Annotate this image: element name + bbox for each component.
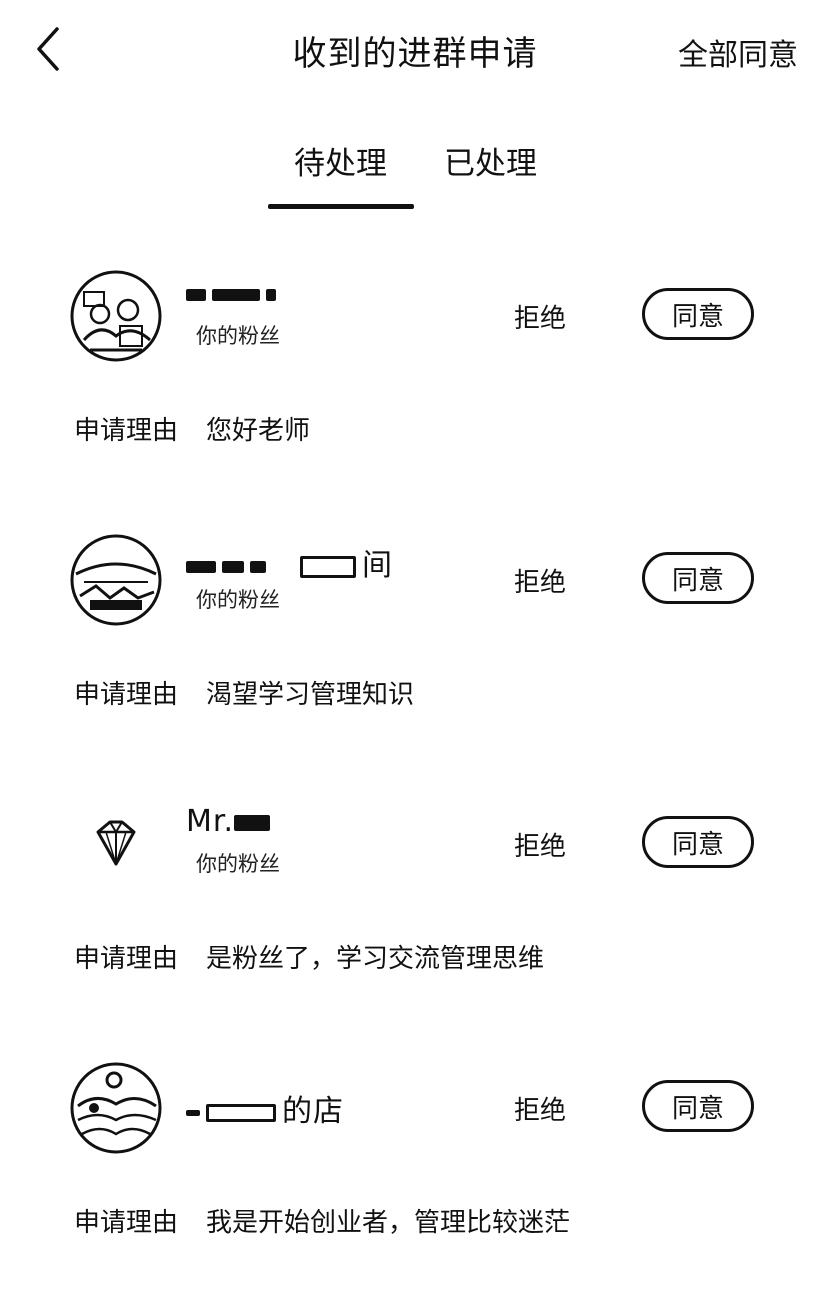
- redacted-name-block: [186, 1109, 200, 1116]
- reason-label: 申请理由: [74, 416, 179, 446]
- agree-button[interactable]: 同意: [642, 1080, 754, 1132]
- photo-avatar-icon: [70, 270, 162, 362]
- user-avatar[interactable]: [70, 534, 162, 626]
- fan-badge: 你的粉丝: [196, 588, 280, 612]
- user-avatar[interactable]: [70, 270, 162, 362]
- reason-text: 是粉丝了，学习交流管理思维: [206, 944, 545, 974]
- redacted-name-block: [266, 288, 276, 301]
- user-name-text: 的店: [282, 1094, 344, 1129]
- header-bar: 收到的进群申请 全部同意: [0, 0, 830, 100]
- active-tab-indicator: [268, 204, 414, 209]
- redacted-name-block: [222, 560, 244, 573]
- reject-button[interactable]: 拒绝: [514, 298, 566, 335]
- photo-avatar-icon: [70, 1062, 162, 1154]
- reject-button[interactable]: 拒绝: [514, 1090, 566, 1127]
- request-item: 的店 拒绝 同意 申请理由 我是开始创业者，管理比较迷茫: [0, 1062, 830, 1302]
- user-name-text: Mr.: [186, 804, 234, 839]
- user-name[interactable]: 间: [186, 540, 393, 584]
- reason-label: 申请理由: [74, 1208, 179, 1238]
- redacted-name-block: [206, 1103, 276, 1122]
- redacted-name-block: [250, 560, 266, 573]
- reason-text: 渴望学习管理知识: [206, 680, 415, 710]
- request-reason: 申请理由 您好老师: [74, 410, 310, 447]
- user-name[interactable]: [186, 276, 282, 311]
- request-reason: 申请理由 渴望学习管理知识: [74, 674, 414, 711]
- reject-button[interactable]: 拒绝: [514, 826, 566, 863]
- redacted-name-block: [186, 560, 216, 573]
- request-item: Mr. 你的粉丝 拒绝 同意 申请理由 是粉丝了，学习交流管理思维: [0, 798, 830, 1038]
- agree-button[interactable]: 同意: [642, 552, 754, 604]
- reason-label: 申请理由: [74, 944, 179, 974]
- reason-text: 您好老师: [206, 416, 311, 446]
- reject-button[interactable]: 拒绝: [514, 562, 566, 599]
- request-item: 你的粉丝 拒绝 同意 申请理由 您好老师: [0, 270, 830, 510]
- tab-pending[interactable]: 待处理: [294, 138, 387, 183]
- redacted-name-block: [212, 288, 260, 301]
- fan-badge: 你的粉丝: [196, 852, 280, 876]
- reason-text: 我是开始创业者，管理比较迷茫: [206, 1208, 571, 1238]
- tab-processed[interactable]: 已处理: [444, 138, 537, 183]
- tab-bar: 待处理 已处理: [0, 130, 830, 210]
- user-avatar[interactable]: [70, 1062, 162, 1154]
- request-item: 间 你的粉丝 拒绝 同意 申请理由 渴望学习管理知识: [0, 534, 830, 774]
- redacted-name-block: [234, 814, 270, 831]
- reason-label: 申请理由: [74, 680, 179, 710]
- user-name[interactable]: Mr.: [186, 804, 276, 839]
- agree-button[interactable]: 同意: [642, 288, 754, 340]
- redacted-name-block: [300, 555, 356, 578]
- accept-all-button[interactable]: 全部同意: [678, 30, 798, 74]
- diamond-icon: [96, 820, 136, 866]
- user-name[interactable]: 的店: [186, 1086, 344, 1130]
- request-reason: 申请理由 我是开始创业者，管理比较迷茫: [74, 1202, 570, 1239]
- user-name-text: 间: [362, 548, 393, 583]
- request-reason: 申请理由 是粉丝了，学习交流管理思维: [74, 938, 544, 975]
- user-avatar[interactable]: [70, 798, 162, 890]
- fan-badge: 你的粉丝: [196, 324, 280, 348]
- photo-avatar-icon: [70, 534, 162, 626]
- redacted-name-block: [186, 288, 206, 301]
- agree-button[interactable]: 同意: [642, 816, 754, 868]
